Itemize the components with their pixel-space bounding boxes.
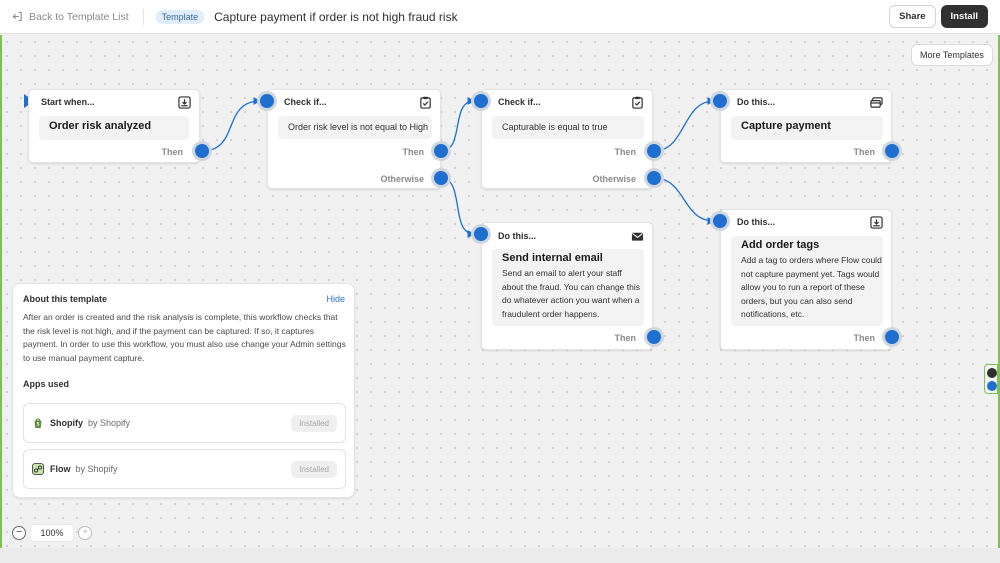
node-trigger-body: Order risk analyzed xyxy=(39,116,189,140)
zoom-level[interactable]: 100% xyxy=(30,524,74,542)
installed-badge: Installed xyxy=(291,414,337,432)
node-capture-payment[interactable]: Do this... Capture payment Then xyxy=(720,89,892,163)
node-capture-body: Capture payment xyxy=(731,116,883,140)
envelope-icon xyxy=(631,232,644,241)
node-tags-description: Add a tag to orders where Flow could not… xyxy=(741,255,882,319)
node-trigger-head: Start when... xyxy=(41,97,95,107)
payment-cards-icon xyxy=(870,97,883,108)
node-email-title: Send internal email xyxy=(502,252,603,264)
about-title: About this template xyxy=(23,294,108,304)
template-badge: Template xyxy=(155,9,205,24)
node-check1-head: Check if... xyxy=(284,97,327,107)
node-check2-in-port[interactable] xyxy=(474,94,488,108)
side-toolbar xyxy=(984,364,998,394)
node-check1-body: Order risk level is not equal to High xyxy=(278,116,432,139)
flow-icon xyxy=(32,463,44,475)
app-by-shopify: by Shopify xyxy=(88,418,131,428)
shopify-bag-icon xyxy=(34,418,42,428)
about-description: After an order is created and the risk a… xyxy=(23,312,346,363)
node-capture-head: Do this... xyxy=(737,97,775,107)
node-check2-otherwise-label: Otherwise xyxy=(592,174,636,184)
info-circle-icon[interactable] xyxy=(987,381,997,391)
zoom-out-button[interactable]: − xyxy=(12,526,26,540)
hide-link[interactable]: Hide xyxy=(326,294,345,304)
app-name-shopify: Shopify xyxy=(50,418,83,428)
node-check1-then-label: Then xyxy=(402,147,425,157)
more-templates-button[interactable]: More Templates xyxy=(911,44,993,66)
bottom-bar xyxy=(0,548,1000,563)
node-check1-then-port[interactable] xyxy=(434,144,448,158)
download-box-icon xyxy=(870,216,883,229)
page-title: Capture payment if order is not high fra… xyxy=(214,9,458,24)
zoom-in-button[interactable]: + xyxy=(78,526,92,540)
share-button[interactable]: Share xyxy=(889,5,936,28)
close-circle-icon[interactable] xyxy=(987,368,997,378)
node-capture-in-port[interactable] xyxy=(713,94,727,108)
node-check2[interactable]: Check if... Capturable is equal to true … xyxy=(481,89,653,189)
node-tags-then-port[interactable] xyxy=(885,330,899,344)
app-by-flow: by Shopify xyxy=(75,464,118,474)
node-trigger-then-label: Then xyxy=(161,147,184,157)
app-row-shopify: Shopify by Shopify Installed xyxy=(23,403,346,443)
zoom-controls: − 100% + xyxy=(12,524,92,542)
node-capture-then-label: Then xyxy=(853,147,876,157)
app-row-flow: Flow by Shopify Installed xyxy=(23,449,346,489)
node-tags-title: Add order tags xyxy=(741,239,820,251)
node-check1[interactable]: Check if... Order risk level is not equa… xyxy=(267,89,441,189)
node-check1-in-port[interactable] xyxy=(260,94,274,108)
install-button[interactable]: Install xyxy=(940,5,988,28)
clipboard-check-icon xyxy=(632,96,643,109)
node-email-head: Do this... xyxy=(498,231,536,241)
node-email-description: Send an email to alert your staff about … xyxy=(502,268,641,319)
exit-icon xyxy=(12,11,22,22)
top-bar: Back to Template List Template Capture p… xyxy=(0,0,1000,34)
back-label: Back to Template List xyxy=(29,10,129,23)
download-box-icon xyxy=(178,96,191,109)
node-add-order-tags[interactable]: Do this... Add order tags Add a tag to o… xyxy=(720,209,892,350)
node-tags-then-label: Then xyxy=(853,333,876,343)
node-check2-head: Check if... xyxy=(498,97,541,107)
apps-used-title: Apps used xyxy=(23,379,70,389)
node-trigger[interactable]: Start when... Order risk analyzed Then xyxy=(28,89,200,163)
frame-edge-left xyxy=(0,35,2,563)
node-tags-in-port[interactable] xyxy=(713,214,727,228)
node-check2-otherwise-port[interactable] xyxy=(647,171,661,185)
node-email-body: Send internal email Send an email to ale… xyxy=(492,249,644,326)
node-email-then-label: Then xyxy=(614,333,637,343)
node-capture-then-port[interactable] xyxy=(885,144,899,158)
clipboard-check-icon xyxy=(420,96,431,109)
node-check2-then-port[interactable] xyxy=(647,144,661,158)
back-to-template-list-link[interactable]: Back to Template List xyxy=(12,11,129,23)
about-template-panel: About this template Hide After an order … xyxy=(12,283,355,498)
node-email-in-port[interactable] xyxy=(474,227,488,241)
installed-badge: Installed xyxy=(291,460,337,478)
node-check1-otherwise-label: Otherwise xyxy=(380,174,424,184)
node-email-then-port[interactable] xyxy=(647,330,661,344)
node-trigger-then-port[interactable] xyxy=(195,144,209,158)
node-check2-then-label: Then xyxy=(614,147,637,157)
node-tags-head: Do this... xyxy=(737,217,775,227)
node-send-email[interactable]: Do this... Send internal email Send an e… xyxy=(481,222,653,350)
divider xyxy=(142,8,144,25)
node-check2-body: Capturable is equal to true xyxy=(492,116,644,139)
node-check1-otherwise-port[interactable] xyxy=(434,171,448,185)
app-name-flow: Flow xyxy=(50,464,71,474)
node-tags-body: Add order tags Add a tag to orders where… xyxy=(731,236,883,326)
